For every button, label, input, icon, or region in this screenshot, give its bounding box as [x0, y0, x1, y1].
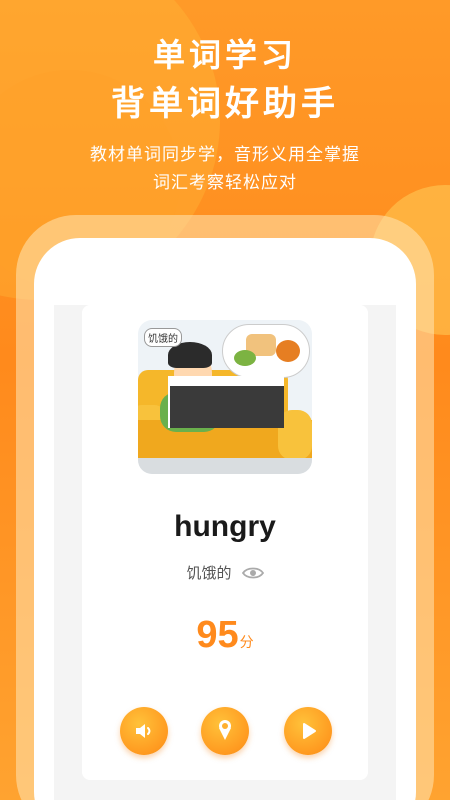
word-meaning: 饥饿的	[186, 564, 232, 582]
meaning-row: 饥饿的	[82, 562, 368, 583]
score-unit: 分	[239, 635, 254, 651]
play-icon	[297, 720, 319, 742]
speaker-icon	[132, 719, 156, 743]
promo-title: 单词学习	[152, 36, 297, 74]
promo-headline: 背单词好助手	[111, 84, 339, 124]
score-row: 95 分	[82, 614, 368, 657]
play-sound-button[interactable]	[120, 707, 168, 755]
floor	[138, 458, 312, 474]
redacted-area	[168, 376, 284, 428]
food-vegetable	[234, 350, 256, 366]
play-recording-button[interactable]	[284, 707, 332, 755]
microphone-icon	[213, 718, 237, 744]
promo-subtitle-2: 词汇考察轻松应对	[153, 173, 297, 193]
food-orange	[276, 340, 300, 362]
promo-subtitle: 教材单词同步学，音形义用全掌握	[90, 145, 360, 165]
image-tag: 饥饿的	[144, 328, 182, 347]
eye-icon[interactable]	[241, 565, 264, 581]
word-text: hungry	[174, 510, 276, 543]
record-button[interactable]	[201, 707, 249, 755]
score-value: 95	[196, 614, 239, 656]
word-illustration: 饥饿的	[138, 320, 312, 474]
